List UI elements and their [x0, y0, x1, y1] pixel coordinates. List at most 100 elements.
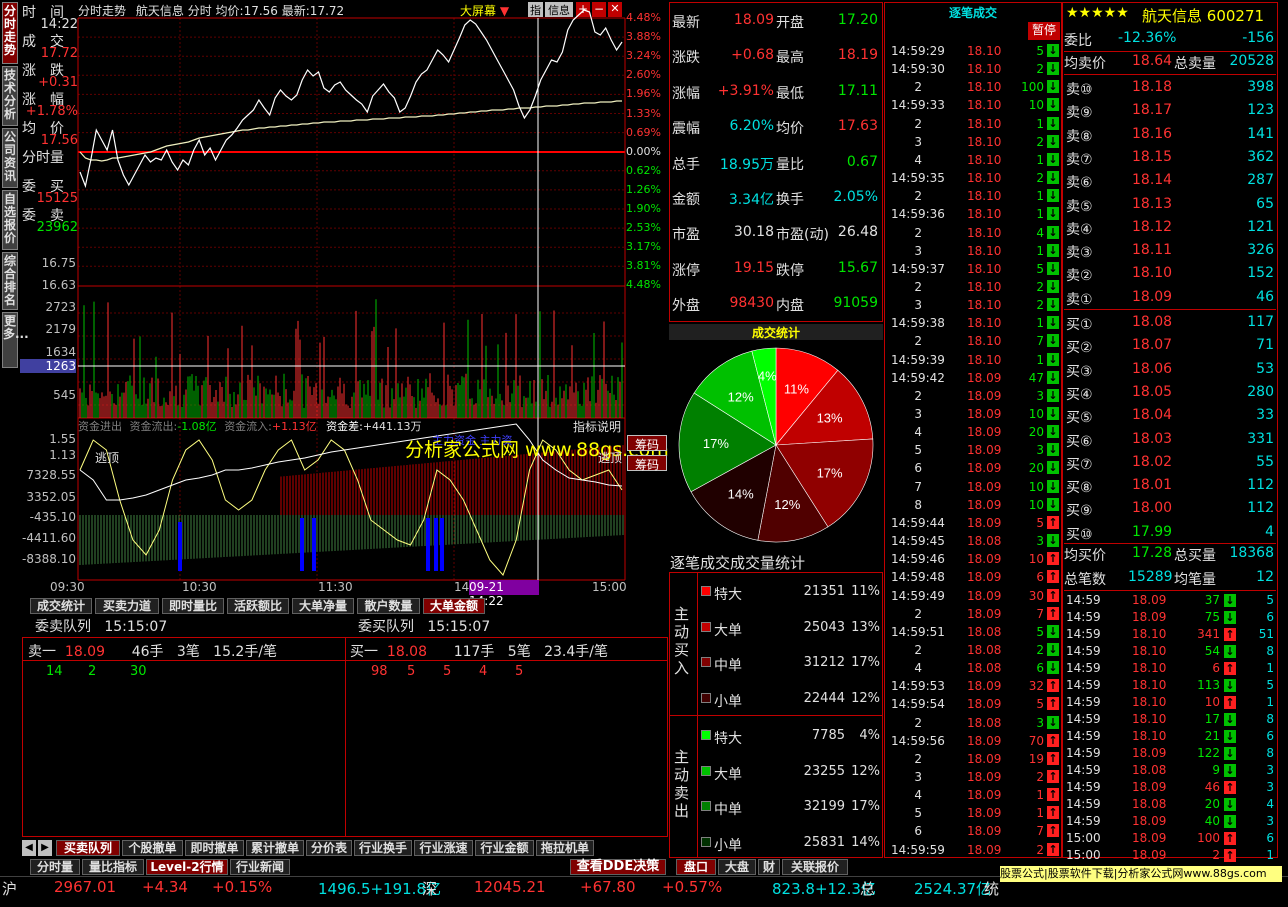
queue-tab[interactable]: 行业涨速 — [414, 840, 473, 856]
stat-tab[interactable]: 成交统计 — [30, 598, 92, 614]
indicator-tick: 1.55 — [49, 432, 76, 446]
tick-price: 18.09 — [967, 806, 1002, 821]
sell-level-row[interactable]: 卖② 18.10 152 — [1064, 262, 1276, 285]
tick-volume: 1 — [1036, 152, 1044, 167]
bottom-tab[interactable]: 分时量 — [30, 859, 80, 875]
sell-level-row[interactable]: 卖⑩ 18.18 398 — [1064, 76, 1276, 99]
big-tick-count: 1 — [1266, 661, 1274, 675]
buy-level-row[interactable]: 买⑩ 17.99 4 — [1064, 521, 1276, 544]
sell-level-row[interactable]: 卖⑨ 18.17 123 — [1064, 99, 1276, 122]
tick-row: 4 18.09 20 ↓ — [885, 423, 1062, 441]
sell-level-row[interactable]: 卖⑤ 18.13 65 — [1064, 193, 1276, 216]
level-price: 18.15 — [1132, 148, 1173, 165]
stat-name: 大单 — [714, 622, 742, 639]
tick-volume: 5 — [1036, 624, 1044, 639]
sell-level-row[interactable]: 卖③ 18.11 326 — [1064, 239, 1276, 262]
buy-level-row[interactable]: 买① 18.08 117 — [1064, 311, 1276, 334]
queue-tab[interactable]: 累计撤单 — [246, 840, 304, 856]
stat-tab[interactable]: 散户数量 — [357, 598, 420, 614]
level-volume: 398 — [1247, 79, 1274, 95]
stat-tab[interactable]: 大单净量 — [292, 598, 354, 614]
tick-price: 18.09 — [967, 751, 1002, 766]
stat-tab[interactable]: 即时量比 — [162, 598, 224, 614]
tick-time: 2 — [914, 80, 922, 95]
tick-volume: 7 — [1036, 824, 1044, 839]
stat-tab[interactable]: 大单金额 — [423, 598, 485, 614]
level-label: 买⑥ — [1066, 433, 1093, 450]
buy-level-row[interactable]: 买⑥ 18.03 331 — [1064, 428, 1276, 451]
deal-stat-row: 中单 31212 17% — [697, 645, 883, 680]
mid-tab[interactable]: 盘口 — [676, 859, 716, 875]
tick-row: 14:59:51 18.08 5 ↓ — [885, 623, 1062, 641]
tick-row: 2 18.10 7 ↓ — [885, 332, 1062, 350]
stat-name: 特大 — [714, 587, 742, 603]
tick-row: 14:59:30 18.10 2 ↓ — [885, 60, 1062, 78]
tick-row: 6 18.09 7 ↑ — [885, 822, 1062, 840]
queue-tab[interactable]: 买卖队列 — [56, 840, 120, 856]
big-tick-volume: 2 — [1212, 848, 1220, 862]
stat-name: 中单 — [714, 658, 742, 674]
buy-level-row[interactable]: 买⑤ 18.04 33 — [1064, 404, 1276, 427]
quote-row: 外盘 98430 内盘 91059 — [670, 287, 882, 322]
chip-button[interactable]: 筹码 — [627, 455, 667, 472]
buy-level-row[interactable]: 买④ 18.05 280 — [1064, 381, 1276, 404]
tick-time: 2 — [914, 751, 922, 766]
bottom-tab[interactable]: 量比指标 — [82, 859, 144, 875]
mid-tab[interactable]: 大盘 — [718, 859, 756, 875]
sell-level-row[interactable]: 卖⑥ 18.14 287 — [1064, 169, 1276, 192]
tick-time: 14:59:38 — [891, 316, 945, 331]
big-tick-price: 18.09 — [1132, 831, 1167, 845]
big-tick-row: 15:00 18.09 2 ↑ 1 — [1064, 847, 1278, 864]
pause-button[interactable]: 暂停 — [1028, 22, 1060, 40]
big-tick-count: 4 — [1266, 797, 1274, 811]
stat-color-swatch — [701, 657, 711, 667]
sell-level-row[interactable]: 卖⑦ 18.15 362 — [1064, 146, 1276, 169]
stat-tab[interactable]: 买卖力道 — [95, 598, 159, 614]
queue-tab[interactable]: 拖拉机单 — [536, 840, 594, 856]
level-volume: 123 — [1247, 102, 1274, 119]
buy-level-row[interactable]: 买② 18.07 71 — [1064, 334, 1276, 357]
promo-banner[interactable]: 股票公式|股票软件下载|分析家公式网www.88gs.com — [1000, 866, 1282, 882]
tick-time: 14:59:42 — [891, 370, 945, 385]
mid-tab[interactable]: 查看DDE决策 — [570, 859, 666, 875]
tick-price: 18.09 — [967, 425, 1002, 440]
tick-time: 14:59:33 — [891, 98, 945, 113]
tick-volume: 2 — [1036, 842, 1044, 857]
queue-tab[interactable]: 即时撤单 — [185, 840, 244, 856]
tick-time: 2 — [914, 388, 922, 403]
queue-tab[interactable]: 行业换手 — [354, 840, 412, 856]
sell-level-row[interactable]: 卖⑧ 18.16 141 — [1064, 123, 1276, 146]
big-tick-time: 14:59 — [1066, 627, 1101, 641]
buy-level-row[interactable]: 买⑧ 18.01 112 — [1064, 474, 1276, 497]
percent-tick: 4.48% — [626, 11, 661, 24]
indicator-help[interactable]: 指标说明 — [573, 418, 621, 435]
tick-volume: 10 — [1028, 98, 1044, 113]
sell-level-row[interactable]: 卖① 18.09 46 — [1064, 286, 1276, 309]
tick-volume: 10 — [1028, 407, 1044, 421]
queue-tab[interactable]: 分价表 — [306, 840, 352, 856]
stat-color-swatch — [701, 692, 711, 703]
arrow-down-icon: ↓ — [1047, 44, 1059, 57]
level-price: 18.02 — [1132, 453, 1173, 470]
bottom-tab[interactable]: 行业新闻 — [230, 859, 290, 875]
buy-queue-item: 5 — [515, 664, 524, 679]
queue-tab[interactable]: 行业金额 — [475, 840, 534, 856]
level-label: 卖⑩ — [1066, 82, 1093, 98]
mid-tab[interactable]: 财 — [758, 859, 780, 875]
buy-level-row[interactable]: 买③ 18.06 53 — [1064, 358, 1276, 381]
tick-price: 18.09 — [967, 788, 1002, 803]
buy-queue-item: 98 — [371, 664, 388, 679]
buy-level-row[interactable]: 买⑨ 18.00 112 — [1064, 497, 1276, 520]
arrow-down-icon: ↓ — [1047, 225, 1059, 239]
queue-tab[interactable]: 个股撤单 — [122, 840, 183, 856]
bottom-tab[interactable]: Level-2行情 — [146, 859, 228, 875]
buy-level-row[interactable]: 买⑦ 18.02 55 — [1064, 451, 1276, 474]
chip-button-1[interactable]: 筹码 — [627, 435, 667, 452]
mid-tab[interactable]: 关联报价 — [782, 859, 848, 875]
scroll-left-icon[interactable]: ◀ — [22, 840, 36, 856]
sell-queue-item: 30 — [130, 664, 147, 679]
big-tick-count: 6 — [1266, 831, 1274, 845]
stat-tab[interactable]: 活跃额比 — [227, 598, 289, 614]
sell-level-row[interactable]: 卖④ 18.12 121 — [1064, 216, 1276, 239]
scroll-right-icon[interactable]: ▶ — [38, 840, 52, 856]
